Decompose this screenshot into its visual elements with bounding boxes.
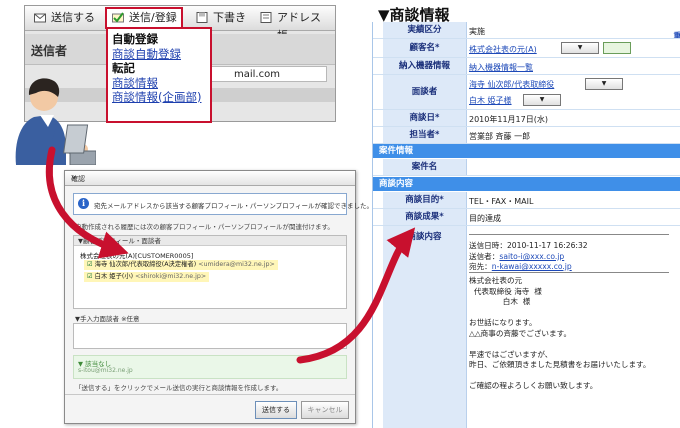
customer-profile-box: ▼顧客プロフィール・面談者 株式会社表の元(A)[CUSTOMER0005] ☑… [73, 235, 347, 309]
date-key: 商談日* [383, 110, 467, 126]
date-value: 2010年11月17日(水) [469, 115, 548, 124]
address-fragment: mail.com [234, 69, 280, 80]
menu-item-deal-info[interactable]: 商談情報 [112, 76, 206, 91]
customer-select[interactable]: ▼ [561, 42, 599, 54]
result-value: 目的達成 [469, 214, 501, 223]
owner-key: 担当者* [383, 127, 467, 143]
row-category: 実績区分 実施 [373, 22, 680, 39]
to-label: 宛先： [469, 262, 492, 271]
menu-item-deal-info-planning[interactable]: 商談情報(企画部) [112, 90, 206, 105]
mail-body: 株式会社表の元 代表取締役 海寺 様 白木 様 お世話になります。 △△商事の斉… [469, 276, 651, 390]
row-case-name: 案件名 [373, 159, 680, 176]
contact-item-1[interactable]: ☑ 海寺 仙次郎/代表取締役(A決定権者) <umidera@mi32.ne.j… [84, 260, 278, 270]
row-result: 商談成果* 目的達成 [373, 209, 680, 226]
from-email[interactable]: saito-i@xxx.co.jp [499, 252, 564, 261]
content-divider-2 [469, 272, 669, 273]
send-register-label: 送信/登録 [129, 11, 177, 24]
auto-register-header: 自動登録 [112, 32, 158, 46]
purpose-key: 商談目的* [383, 192, 467, 208]
result-key: 商談成果* [383, 209, 467, 225]
checkbox-checked-icon[interactable]: ☑ [87, 261, 93, 268]
attendee-key: 面談者 [383, 75, 467, 109]
attendee-1: 海寺 仙次郎/代表取締役 [469, 79, 554, 90]
sender-label: 送信者 [31, 44, 68, 58]
contact-2-name: 白木 姫子(小) [94, 273, 134, 280]
case-key: 案件名 [383, 159, 467, 175]
send-register-icon [112, 12, 124, 23]
to-email[interactable]: n-kawai@xxxxx.co.jp [492, 262, 572, 271]
info-icon: i [78, 198, 89, 209]
deal-info-form: 重 実績区分 実施 顧客名* 株式会社表の元(A) ▼ 納入機器情報 納入機器情… [372, 22, 680, 428]
section-customer-title: ▼顧客プロフィール・面談者 [74, 236, 346, 246]
to-line: 宛先：n-kawai@xxxxx.co.jp [469, 261, 572, 272]
customer-detail-icon[interactable] [603, 42, 631, 54]
from-label: 送信者： [469, 252, 500, 261]
menu-item-auto-register[interactable]: 商談自動登録 [112, 47, 206, 62]
attendee-1-select[interactable]: ▼ [585, 78, 623, 90]
attendee-2-select[interactable]: ▼ [523, 94, 561, 106]
customer-value: 株式会社表の元(A) [469, 44, 537, 55]
row-purpose: 商談目的* TEL・FAX・MAIL [373, 192, 680, 209]
contact-1-email: <umidera@mi32.ne.jp> [198, 261, 275, 268]
transfer-header: 転記 [112, 61, 135, 75]
owner-value: 営業部 斉藤 一郎 [469, 132, 531, 141]
unmatched-box: ▼ 該当なし s-itou@mi32.ne.jp [73, 355, 347, 379]
section-case-info: 案件情報 [373, 144, 680, 158]
send-register-dropdown: 自動登録 商談自動登録 転記 商談情報 商談情報(企画部) [106, 27, 212, 123]
attendee-2-link[interactable]: 白木 姫子様 [469, 96, 512, 105]
dialog-cancel-button[interactable]: キャンセル [301, 401, 349, 419]
unmatched-email: s-itou@mi32.ne.jp [78, 367, 133, 374]
attendee-2: 白木 姫子様 [469, 95, 512, 106]
content-key: 商談内容 [383, 226, 467, 428]
row-date: 商談日* 2010年11月17日(水) [373, 110, 680, 127]
section-deal-detail: 商談内容 [373, 177, 680, 191]
product-link[interactable]: 納入機器情報一覧 [469, 63, 533, 72]
row-customer: 顧客名* 株式会社表の元(A) ▼ [373, 39, 680, 58]
category-value: 実施 [469, 27, 485, 36]
office-worker-illustration [15, 78, 96, 165]
customer-link[interactable]: 株式会社表の元(A) [469, 45, 537, 54]
dialog-titlebar: 確認 × [65, 171, 355, 186]
content-divider [469, 234, 669, 235]
draft-button[interactable]: 下書き [191, 9, 250, 27]
info-message: i 宛先メールアドレスから該当する顧客プロフィール・パーソンプロフィールが確認で… [73, 193, 373, 215]
category-key: 実績区分 [383, 22, 467, 38]
contact-item-2[interactable]: ☑ 白木 姫子(小) <shiroki@mi32.ne.jp> [84, 272, 210, 282]
association-note: 自動作成される履歴には次の顧客プロフィール・パーソンプロフィールが関連付けます。 [75, 223, 334, 231]
address-book-icon [260, 12, 272, 23]
product-value: 納入機器情報一覧 [469, 62, 533, 73]
manual-entry-field[interactable] [73, 323, 347, 349]
contact-1-name: 海寺 仙次郎/代表取締役(A決定権者) [94, 261, 197, 268]
confirm-dialog: 確認 × i 宛先メールアドレスから該当する顧客プロフィール・パーソンプロフィー… [64, 170, 373, 424]
send-label: 送信する [51, 11, 95, 24]
row-owner: 担当者* 営業部 斉藤 一郎 [373, 127, 680, 144]
dialog-footer-text: 「送信する」をクリックでメール送信の実行と商談情報を作成します。 [75, 384, 283, 392]
send-button[interactable]: 送信する [29, 9, 99, 27]
draft-icon [196, 12, 208, 23]
address-book-button[interactable]: アドレス帳 [255, 9, 335, 42]
draft-label: 下書き [213, 11, 246, 24]
contact-2-email: <shiroki@mi32.ne.jp> [135, 273, 207, 280]
purpose-value: TEL・FAX・MAIL [469, 197, 534, 206]
manual-entry-title: ▼手入力面談者 ※任意 [75, 315, 140, 323]
send-icon [34, 13, 46, 23]
dialog-send-button[interactable]: 送信する [255, 401, 297, 419]
product-key: 納入機器情報 [383, 58, 467, 74]
sent-at: 送信日時：2010-11-17 16:26:32 [469, 241, 588, 250]
row-attendees: 面談者 海寺 仙次郎/代表取締役 ▼ 白木 姫子様 ▼ [373, 75, 680, 110]
row-product: 納入機器情報 納入機器情報一覧 [373, 58, 680, 75]
company-name: 株式会社表の元(A)[CUSTOMER0005] [80, 252, 194, 260]
checkbox-checked-icon[interactable]: ☑ [87, 273, 93, 280]
close-icon[interactable]: × [71, 174, 350, 182]
send-register-button[interactable]: 送信/登録 [105, 7, 183, 29]
divider [65, 394, 355, 395]
attendee-1-link[interactable]: 海寺 仙次郎/代表取締役 [469, 80, 554, 89]
customer-key: 顧客名* [383, 39, 467, 57]
info-text: 宛先メールアドレスから該当する顧客プロフィール・パーソンプロフィールが確認できま… [94, 202, 374, 210]
